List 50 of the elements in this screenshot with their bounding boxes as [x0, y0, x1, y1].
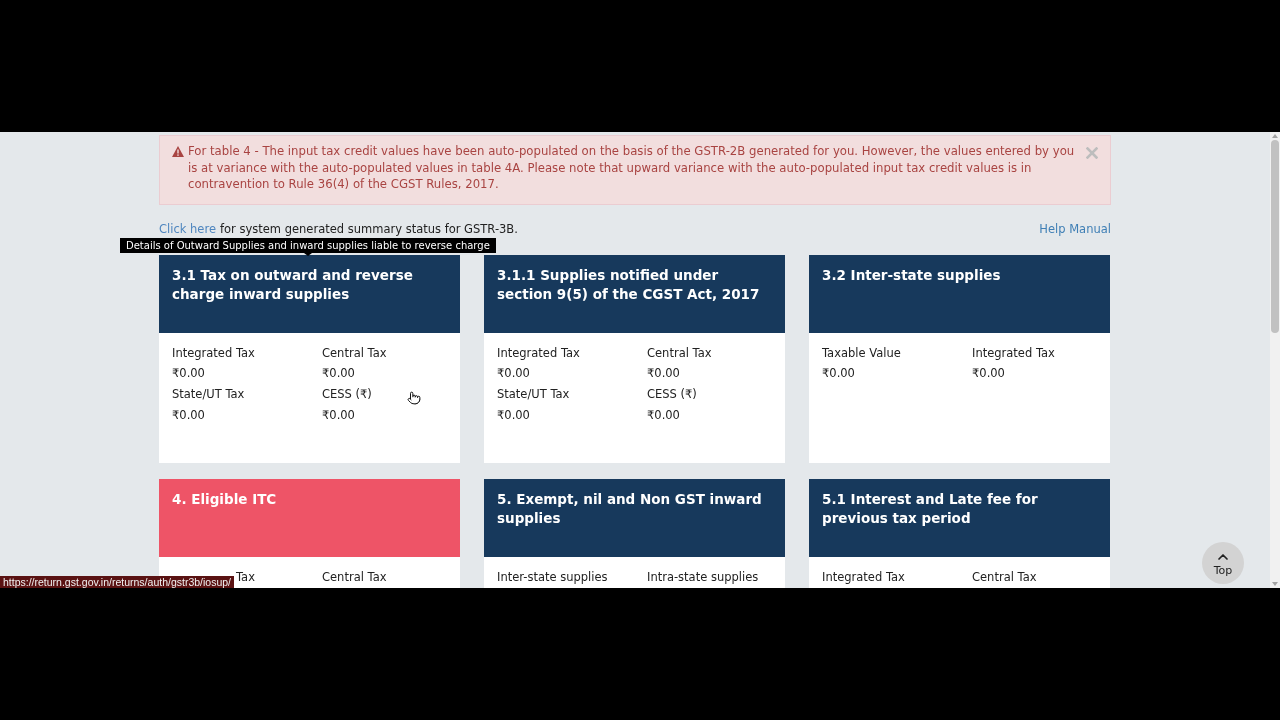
scroll-down-arrow-icon[interactable] — [1270, 580, 1280, 588]
field-label: State/UT Tax — [497, 385, 570, 403]
field-value: ₹0.00 — [647, 365, 680, 383]
help-manual-link[interactable]: Help Manual — [1039, 220, 1111, 237]
field-label: Central Tax — [972, 568, 1037, 586]
hand-cursor-icon — [407, 390, 421, 406]
field-label: Integrated Tax — [822, 568, 905, 586]
field-label: Integrated Tax — [972, 344, 1055, 362]
warning-icon — [172, 146, 184, 157]
tooltip: Details of Outward Supplies and inward supplies liable to reverse charge — [120, 238, 496, 253]
field-value: ₹0.00 — [172, 406, 205, 424]
field-value: ₹0.00 — [322, 406, 355, 424]
field-label: CESS (₹) — [322, 385, 372, 403]
summary-card[interactable]: 3.1 Tax on outward and reverse charge inward supplies Integrated Tax ₹0.00 Central Tax ₹0.00 State/UT Tax ₹0.00 CESS (₹) ₹0.00 — [159, 254, 460, 463]
card-title: 3.2 Inter-state supplies — [822, 265, 1002, 285]
field-value: ₹0.00 — [497, 406, 530, 424]
summary-card[interactable]: 5. Exempt, nil and Non GST inward supplies Inter-state supplies Intra-state supplies — [484, 478, 785, 588]
field-label: Tax — [236, 568, 255, 586]
card-title: 5.1 Interest and Late fee for previous tax period — [822, 489, 1039, 528]
card-title: 3.1 Tax on outward and reverse charge inward supplies — [172, 265, 414, 304]
status-bar-url: https://return.gst.gov.in/returns/auth/gstr3b/iosup/ — [0, 576, 234, 588]
field-value: ₹0.00 — [497, 365, 530, 383]
card-title: 5. Exempt, nil and Non GST inward supplies — [497, 489, 763, 528]
field-label: Inter-state supplies — [497, 568, 608, 586]
scrollbar-thumb[interactable] — [1271, 140, 1279, 333]
summary-card[interactable]: 5.1 Interest and Late fee for previous tax period Integrated Tax Central Tax — [809, 478, 1110, 588]
field-value: ₹0.00 — [172, 365, 205, 383]
field-value: ₹0.00 — [322, 365, 355, 383]
summary-card[interactable]: 3.2 Inter-state supplies Taxable Value ₹0.00 Integrated Tax ₹0.00 — [809, 254, 1110, 463]
field-label: Intra-state supplies — [647, 568, 759, 586]
card-title: 3.1.1 Supplies notified under section 9(5) of the CGST Act, 2017 — [497, 265, 761, 304]
field-label: Central Tax — [322, 344, 387, 362]
field-value: ₹0.00 — [822, 365, 855, 383]
tooltip-arrow-icon — [303, 253, 312, 256]
field-value: ₹0.00 — [972, 365, 1005, 383]
field-label: Central Tax — [322, 568, 387, 586]
alert-message: For table 4 - The input tax credit values have been auto-populated on the basis of the GSTR-2B generated for you. However, the values entered by you is at variance with the auto-populated values in table 4A. Please note that upward variance with the auto-populated input tax credit values is in contravention to Rule 36(4) of the CGST Rules, 2017. — [188, 143, 1076, 193]
summary-card[interactable]: 3.1.1 Supplies notified under section 9(5) of the CGST Act, 2017 Integrated Tax ₹0.00 Central Tax ₹0.00 State/UT Tax ₹0.00 CESS (₹) ₹0.00 — [484, 254, 785, 463]
back-to-top-button[interactable]: Top — [1202, 542, 1244, 584]
field-label: CESS (₹) — [647, 385, 697, 403]
field-value: ₹0.00 — [647, 406, 680, 424]
field-label: State/UT Tax — [172, 385, 245, 403]
field-label: Integrated Tax — [172, 344, 255, 362]
card-title: 4. Eligible ITC — [172, 489, 278, 509]
scroll-up-arrow-icon[interactable] — [1270, 132, 1280, 140]
field-label: Taxable Value — [822, 344, 901, 362]
field-label: Central Tax — [647, 344, 712, 362]
summary-status-text: for system generated summary status for GSTR-3B. — [220, 220, 518, 237]
close-icon[interactable] — [1086, 147, 1098, 159]
field-label: Integrated Tax — [497, 344, 580, 362]
